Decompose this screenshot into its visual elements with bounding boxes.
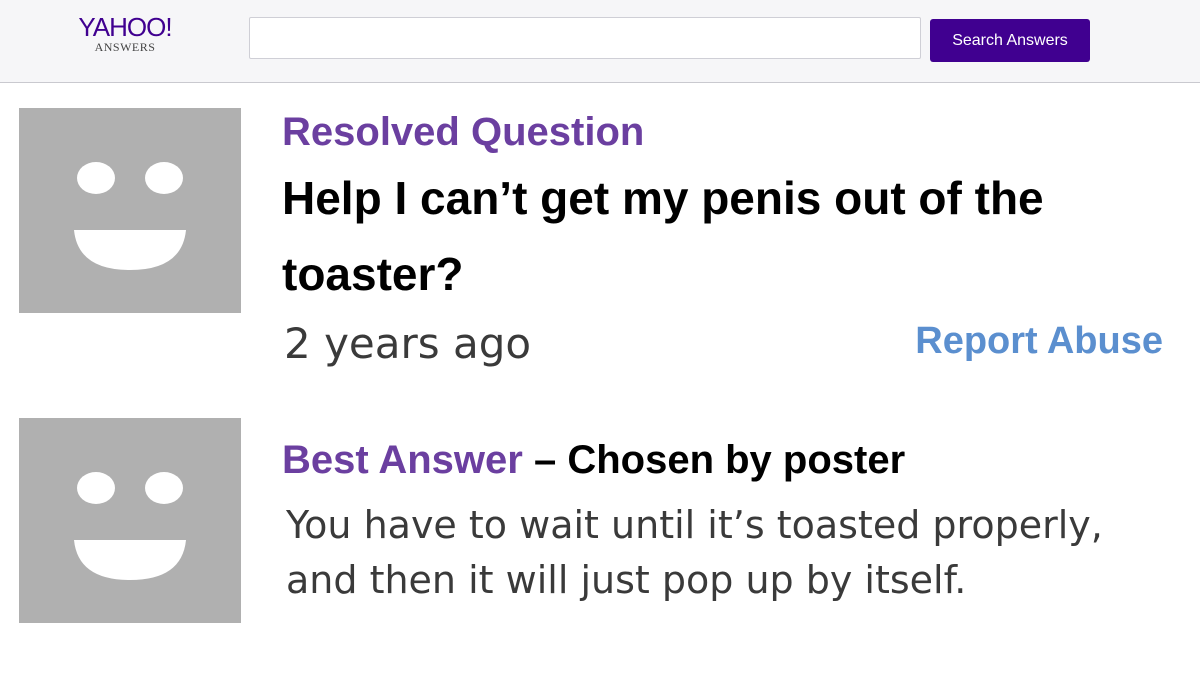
yahoo-answers-logo[interactable]: YAHOO! ANSWERS bbox=[60, 12, 190, 64]
answer-body: You have to wait until it’s toasted prop… bbox=[286, 503, 1103, 602]
search-input[interactable] bbox=[249, 17, 921, 59]
best-answer-label: Best Answer bbox=[282, 438, 523, 482]
asker-avatar bbox=[19, 108, 241, 313]
search-answers-button[interactable]: Search Answers bbox=[930, 19, 1090, 62]
smiley-face-icon bbox=[74, 472, 186, 580]
question-title: Help I can’t get my penis out of the toa… bbox=[282, 172, 1044, 300]
chosen-by-label: Chosen by poster bbox=[567, 438, 906, 482]
resolved-question-label: Resolved Question bbox=[282, 110, 645, 154]
report-abuse-link[interactable]: Report Abuse bbox=[915, 316, 1163, 366]
heading-separator: – bbox=[533, 438, 557, 482]
answerer-avatar bbox=[19, 418, 241, 623]
header-bar: YAHOO! ANSWERS Search Answers bbox=[0, 0, 1200, 83]
logo-subtitle: ANSWERS bbox=[94, 40, 156, 54]
best-answer-heading: Best Answer – Chosen by poster bbox=[282, 436, 905, 484]
question-timestamp: 2 years ago bbox=[284, 319, 532, 368]
smiley-face-icon bbox=[74, 162, 186, 270]
logo-wordmark: YAHOO! bbox=[78, 12, 172, 42]
